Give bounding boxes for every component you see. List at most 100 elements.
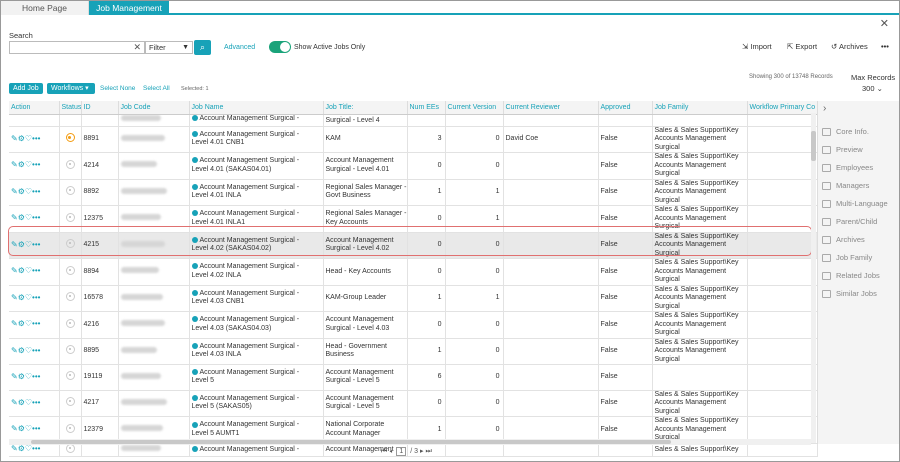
gear-icon[interactable]: ⚙ (18, 372, 25, 381)
page-input[interactable]: 1 (396, 447, 407, 456)
more-icon[interactable]: ••• (32, 398, 40, 407)
row-actions[interactable]: ✎⚙♡••• (11, 293, 40, 302)
job-name-cell[interactable]: Account Management Surgical - Level 4.02 … (189, 258, 324, 286)
gear-icon[interactable]: ⚙ (18, 213, 25, 222)
col-header[interactable]: Status (59, 101, 82, 115)
advanced-link[interactable]: Advanced (224, 44, 255, 51)
gear-icon[interactable]: ⚙ (18, 424, 25, 433)
job-name-cell[interactable]: Account Management Surgical - Level 4.03 … (189, 311, 324, 339)
heart-icon[interactable]: ♡ (25, 398, 32, 407)
edit-icon[interactable]: ✎ (11, 372, 18, 381)
search-input[interactable]: ✕ (9, 41, 145, 54)
sidebar-item-related-jobs[interactable]: Related Jobs (822, 271, 880, 281)
table-row[interactable]: ✎⚙♡••• 8891 Account Management Surgical -L… (9, 126, 818, 153)
sidebar-item-similar-jobs[interactable]: Similar Jobs (822, 289, 877, 299)
edit-icon[interactable]: ✎ (11, 266, 18, 275)
sidebar-item-core-info[interactable]: Core Info. (822, 127, 869, 137)
import-button[interactable]: ⇲ Import (742, 42, 772, 51)
heart-icon[interactable]: ♡ (25, 266, 32, 275)
clear-icon[interactable]: ✕ (133, 42, 141, 53)
search-button[interactable]: ⌕ (194, 40, 211, 55)
job-name-cell[interactable]: Account Management Surgical - Level 4.01 … (189, 152, 324, 180)
row-actions[interactable]: ✎⚙♡••• (11, 187, 40, 196)
more-icon[interactable]: ••• (32, 346, 40, 355)
sidebar-item-preview[interactable]: Preview (822, 145, 863, 155)
more-icon[interactable]: ••• (32, 187, 40, 196)
more-icon[interactable]: ••• (32, 444, 40, 453)
col-header[interactable]: Current Reviewer (503, 101, 599, 115)
scrollbar-thumb[interactable] (811, 131, 816, 161)
row-actions[interactable]: ✎⚙♡••• (11, 160, 40, 169)
edit-icon[interactable]: ✎ (11, 187, 18, 196)
add-job-button[interactable]: Add Job (9, 83, 43, 94)
filter-select[interactable]: Filter ▼ (145, 41, 193, 54)
col-header[interactable]: Job Family (652, 101, 748, 115)
row-actions[interactable]: ✎⚙♡••• (11, 346, 40, 355)
edit-icon[interactable]: ✎ (11, 213, 18, 222)
col-header[interactable]: ID (81, 101, 119, 115)
edit-icon[interactable]: ✎ (11, 346, 18, 355)
table-row[interactable]: ✎⚙♡••• 4216 Account Management Surgical -L… (9, 311, 818, 339)
more-icon[interactable]: ••• (32, 293, 40, 302)
gear-icon[interactable]: ⚙ (18, 134, 25, 143)
row-actions[interactable]: ✎⚙♡••• (11, 266, 40, 275)
job-name-cell[interactable]: Account Management Surgical - Level 5 (SA… (189, 390, 324, 418)
sidebar-item-parent-child[interactable]: Parent/Child (822, 217, 877, 227)
gear-icon[interactable]: ⚙ (18, 398, 25, 407)
heart-icon[interactable]: ♡ (25, 444, 32, 453)
col-header[interactable]: Workflow Primary Co (747, 101, 818, 115)
job-name-cell[interactable]: Account Management Surgical - Level 4.03 … (189, 338, 324, 365)
close-icon[interactable]: ✕ (880, 17, 889, 30)
heart-icon[interactable]: ♡ (25, 134, 32, 143)
job-name-cell[interactable]: Account Management Surgical - Level 4.01 … (189, 179, 324, 206)
sidebar-item-employees[interactable]: Employees (822, 163, 873, 173)
col-header[interactable]: Num EEs (407, 101, 446, 115)
more-icon[interactable]: ••• (881, 42, 889, 51)
tab-job-management[interactable]: Job Management (89, 1, 169, 15)
gear-icon[interactable]: ⚙ (18, 346, 25, 355)
row-actions[interactable]: ✎⚙♡••• (11, 134, 40, 143)
col-header[interactable]: Job Title: (323, 101, 408, 115)
table-row[interactable]: ✎⚙♡••• 4217 Account Management Surgical -L… (9, 390, 818, 418)
workflows-button[interactable]: Workflows ▾ (47, 83, 95, 94)
active-jobs-toggle[interactable] (269, 41, 291, 53)
more-icon[interactable]: ••• (32, 424, 40, 433)
gear-icon[interactable]: ⚙ (18, 160, 25, 169)
more-icon[interactable]: ••• (32, 319, 40, 328)
col-header[interactable]: Approved (598, 101, 653, 115)
table-row[interactable]: ✎⚙♡••• 8894 Account Management Surgical -L… (9, 258, 818, 286)
job-name-cell[interactable]: Account Management Surgical - Level 5 (189, 364, 324, 391)
table-row[interactable]: ✎⚙♡••• 16578 Account Management Surgical -… (9, 285, 818, 312)
edit-icon[interactable]: ✎ (11, 319, 18, 328)
row-actions[interactable]: ✎⚙♡••• (11, 319, 40, 328)
heart-icon[interactable]: ♡ (25, 346, 32, 355)
table-row[interactable]: Account Management Surgical - Surgical -… (9, 114, 818, 127)
horizontal-scrollbar-thumb[interactable] (31, 440, 671, 444)
row-actions[interactable]: ✎⚙♡••• (11, 213, 40, 222)
archives-button[interactable]: ↺ Archives (831, 42, 868, 51)
more-icon[interactable]: ••• (32, 134, 40, 143)
tab-home-page[interactable]: Home Page (1, 1, 89, 15)
row-actions[interactable]: ✎⚙♡••• (11, 372, 40, 381)
table-row[interactable]: ✎⚙♡••• 4214 Account Management Surgical -L… (9, 152, 818, 180)
col-header[interactable]: Job Code (118, 101, 190, 115)
more-icon[interactable]: ••• (32, 213, 40, 222)
table-row[interactable]: ✎⚙♡••• 8892 Account Management Surgical -L… (9, 179, 818, 206)
sidebar-item-multi-language[interactable]: Multi-Language (822, 199, 888, 209)
heart-icon[interactable]: ♡ (25, 187, 32, 196)
edit-icon[interactable]: ✎ (11, 424, 18, 433)
select-none-link[interactable]: Select None (100, 85, 135, 92)
gear-icon[interactable]: ⚙ (18, 444, 25, 453)
chevron-right-icon[interactable]: › (823, 103, 826, 114)
select-all-link[interactable]: Select All (143, 85, 170, 92)
gear-icon[interactable]: ⚙ (18, 187, 25, 196)
gear-icon[interactable]: ⚙ (18, 319, 25, 328)
heart-icon[interactable]: ♡ (25, 293, 32, 302)
edit-icon[interactable]: ✎ (11, 444, 18, 453)
more-icon[interactable]: ••• (32, 160, 40, 169)
export-button[interactable]: ⇱ Export (787, 42, 817, 51)
edit-icon[interactable]: ✎ (11, 293, 18, 302)
max-records-select[interactable]: 300 ⌄ (862, 84, 883, 93)
edit-icon[interactable]: ✎ (11, 398, 18, 407)
heart-icon[interactable]: ♡ (25, 424, 32, 433)
